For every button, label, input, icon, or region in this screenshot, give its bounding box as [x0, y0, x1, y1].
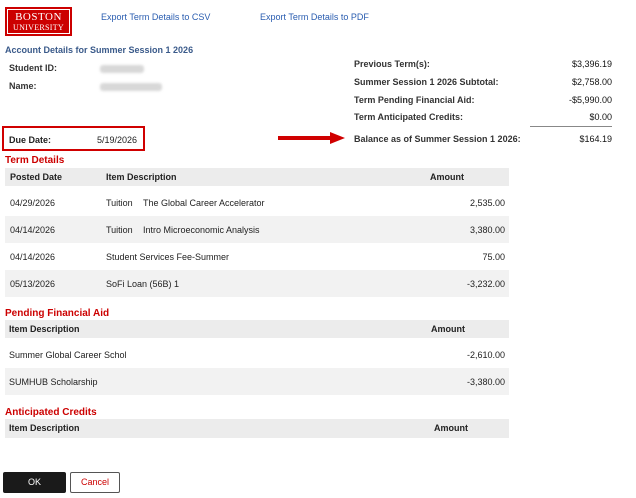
subtotal-label: Summer Session 1 2026 Subtotal:	[354, 77, 499, 87]
pending-aid-table: Item Description Amount Summer Global Ca…	[5, 320, 509, 395]
student-id-label: Student ID:	[9, 63, 57, 73]
anticipated-credits-table: Item Description Amount	[5, 419, 509, 438]
col-item-description: Item Description	[9, 423, 80, 433]
col-item-description: Item Description	[106, 172, 177, 182]
table-row: Summer Global Career Schol -2,610.00	[5, 341, 509, 368]
anticipated-credits-header: Item Description Amount	[5, 419, 509, 438]
col-amount: Amount	[431, 324, 465, 334]
logo-line-1: BOSTON	[15, 11, 62, 23]
item-amount: 2,535.00	[469, 198, 505, 208]
posted-date: 04/29/2026	[10, 198, 56, 208]
due-date-box: Due Date: 5/19/2026	[2, 126, 145, 151]
term-details-header: Posted Date Item Description Amount	[5, 168, 509, 186]
export-pdf-link[interactable]: Export Term Details to PDF	[260, 12, 369, 22]
item-type: Student Services Fee-Summer	[106, 252, 230, 262]
due-date-value: 5/19/2026	[96, 135, 137, 145]
pending-aid-header: Item Description Amount	[5, 320, 509, 338]
posted-date: 05/13/2026	[10, 279, 56, 289]
anticipated-credits-label: Term Anticipated Credits:	[354, 112, 464, 122]
item-amount: 3,380.00	[469, 225, 505, 235]
anticipated-credits-heading: Anticipated Credits	[5, 407, 97, 418]
item-description: The Global Career Accelerator	[143, 198, 265, 208]
pending-aid-label: Term Pending Financial Aid:	[354, 95, 475, 105]
table-row: 05/13/2026 SoFi Loan (56B) 1 -3,232.00	[5, 270, 509, 297]
item-amount: -2,610.00	[466, 350, 505, 360]
arrow-right-icon	[278, 132, 345, 144]
posted-date: 04/14/2026	[10, 252, 56, 262]
due-date-label: Due Date:	[9, 135, 52, 145]
table-row: 04/29/2026 Tuition The Global Career Acc…	[5, 189, 509, 216]
col-amount: Amount	[430, 172, 464, 182]
item-description: Intro Microeconomic Analysis	[143, 225, 260, 235]
col-item-description: Item Description	[9, 324, 80, 334]
subtotal-value: $2,758.00	[571, 77, 612, 87]
item-type: Tuition	[106, 198, 133, 208]
balance-value: $164.19	[579, 134, 612, 144]
pending-aid-value: -$5,990.00	[568, 95, 612, 105]
export-csv-link[interactable]: Export Term Details to CSV	[101, 12, 210, 22]
previous-terms-label: Previous Term(s):	[354, 59, 430, 69]
col-posted-date: Posted Date	[10, 172, 63, 182]
cancel-button[interactable]: Cancel	[70, 472, 120, 493]
logo-line-2: UNIVERSITY	[13, 23, 64, 32]
item-description: Summer Global Career Schol	[9, 350, 127, 360]
item-amount: 75.00	[482, 252, 505, 262]
item-type: Tuition	[106, 225, 133, 235]
name-label: Name:	[9, 81, 37, 91]
item-type: SoFi Loan (56B) 1	[106, 279, 180, 289]
student-name-value-redacted	[100, 83, 162, 91]
anticipated-credits-value: $0.00	[589, 112, 612, 122]
term-details-heading: Term Details	[5, 155, 65, 166]
table-row: 04/14/2026 Student Services Fee-Summer 7…	[5, 243, 509, 270]
student-id-value-redacted	[100, 65, 144, 73]
previous-terms-value: $3,396.19	[571, 59, 612, 69]
ok-button[interactable]: OK	[3, 472, 66, 493]
summary-previous-terms: Previous Term(s): $3,396.19	[354, 59, 612, 69]
summary-pending-aid: Term Pending Financial Aid: -$5,990.00	[354, 95, 612, 105]
term-details-table: Posted Date Item Description Amount 04/2…	[5, 168, 509, 297]
item-description: SUMHUB Scholarship	[9, 377, 98, 387]
pending-financial-aid-heading: Pending Financial Aid	[5, 308, 110, 319]
col-amount: Amount	[434, 423, 468, 433]
summary-anticipated-credits: Term Anticipated Credits: $0.00	[354, 112, 612, 122]
summary-divider	[530, 126, 612, 127]
balance-label: Balance as of Summer Session 1 2026:	[354, 134, 521, 144]
item-amount: -3,232.00	[466, 279, 505, 289]
posted-date: 04/14/2026	[10, 225, 56, 235]
item-amount: -3,380.00	[466, 377, 505, 387]
account-details-title: Account Details for Summer Session 1 202…	[5, 45, 194, 55]
table-row: 04/14/2026 Tuition Intro Microeconomic A…	[5, 216, 509, 243]
summary-balance: Balance as of Summer Session 1 2026: $16…	[354, 134, 612, 144]
boston-university-logo: BOSTON UNIVERSITY	[5, 7, 72, 36]
summary-subtotal: Summer Session 1 2026 Subtotal: $2,758.0…	[354, 77, 612, 87]
table-row: SUMHUB Scholarship -3,380.00	[5, 368, 509, 395]
